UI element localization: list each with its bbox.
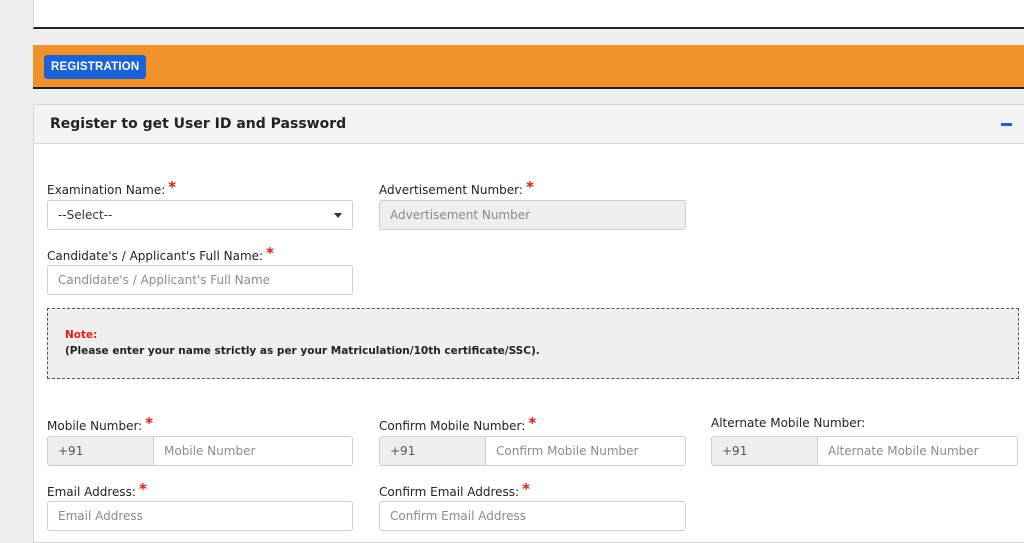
- required-marker: *: [522, 480, 530, 498]
- name-note-box: Note: (Please enter your name strictly a…: [47, 308, 1019, 379]
- note-text: (Please enter your name strictly as per …: [65, 345, 540, 357]
- chevron-down-icon: [334, 213, 342, 218]
- top-panel: [33, 0, 1024, 29]
- exam-name-select[interactable]: --Select--: [47, 200, 353, 230]
- required-marker: *: [145, 414, 154, 432]
- panel-title: Register to get User ID and Password: [50, 116, 347, 132]
- email-field[interactable]: [47, 501, 353, 531]
- advertisement-number-label: Advertisement Number: *: [379, 178, 534, 197]
- collapse-minus-icon[interactable]: [1001, 123, 1012, 126]
- exam-name-label: Examination Name: *: [47, 178, 177, 197]
- confirm-mobile-label: Confirm Mobile Number: *: [379, 414, 537, 433]
- mobile-number-label: Mobile Number: *: [47, 414, 154, 433]
- mobile-country-code: +91: [47, 436, 154, 466]
- register-panel: Register to get User ID and Password Exa…: [33, 104, 1024, 543]
- alternate-mobile-country-code: +91: [711, 436, 818, 466]
- required-marker: *: [528, 414, 537, 432]
- registration-button[interactable]: REGISTRATION: [44, 55, 147, 79]
- registration-bar: REGISTRATION: [33, 45, 1024, 89]
- alternate-mobile-field[interactable]: [817, 436, 1018, 466]
- note-title: Note:: [65, 329, 98, 341]
- confirm-email-field[interactable]: [379, 501, 686, 531]
- confirm-mobile-field[interactable]: [485, 436, 686, 466]
- confirm-mobile-country-code: +91: [379, 436, 486, 466]
- alternate-mobile-label: Alternate Mobile Number:: [711, 416, 866, 430]
- required-marker: *: [168, 178, 177, 196]
- required-marker: *: [266, 244, 274, 262]
- panel-header: Register to get User ID and Password: [34, 105, 1024, 144]
- advertisement-number-field[interactable]: [379, 200, 686, 230]
- required-marker: *: [138, 480, 147, 498]
- full-name-field[interactable]: [47, 265, 353, 295]
- email-label: Email Address: *: [47, 480, 147, 499]
- confirm-email-label: Confirm Email Address: *: [379, 480, 530, 499]
- required-marker: *: [525, 178, 534, 196]
- mobile-number-field[interactable]: [153, 436, 353, 466]
- full-name-label: Candidate's / Applicant's Full Name: *: [47, 244, 274, 263]
